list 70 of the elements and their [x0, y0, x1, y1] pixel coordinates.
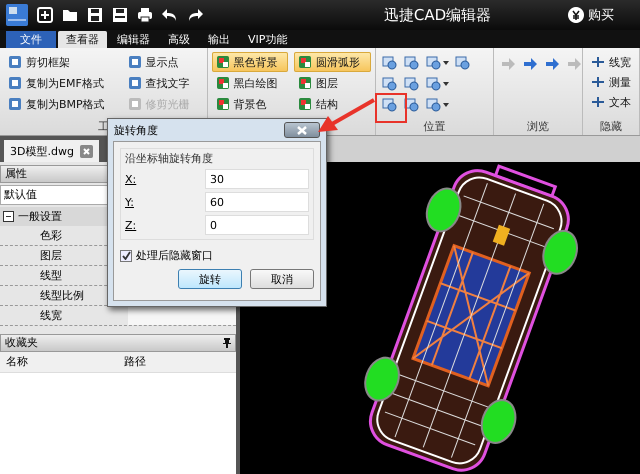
menu-tab[interactable]: 编辑器 — [109, 31, 158, 48]
property-name: 线宽 — [40, 308, 63, 324]
save-icon[interactable] — [87, 7, 103, 23]
plus-line-icon — [591, 55, 605, 69]
column-header[interactable]: 名称 — [0, 352, 118, 372]
field-label: Z: — [125, 218, 138, 232]
group-label: 沿坐标轴旋转角度 — [125, 151, 214, 166]
angle-input[interactable]: 0 — [205, 215, 309, 235]
buy-button[interactable]: 购买 — [562, 5, 620, 25]
undo-icon[interactable] — [162, 7, 178, 23]
ribbon-button[interactable]: 查找文字 — [124, 73, 203, 93]
folder-icon[interactable] — [62, 7, 78, 23]
ribbon-toggle[interactable]: 圆滑弧形 — [294, 52, 371, 72]
new-file-icon[interactable] — [37, 7, 53, 23]
property-name: 线型 — [40, 268, 63, 284]
ribbon-button[interactable]: 线宽 — [587, 52, 635, 72]
property-name: 线型比例 — [40, 288, 85, 304]
ribbon-button[interactable]: 显示点 — [124, 52, 203, 72]
close-icon[interactable] — [80, 144, 93, 158]
group-label: 位置 — [423, 119, 446, 135]
app-logo-icon — [6, 4, 28, 26]
highlight-overlay — [375, 93, 407, 123]
ribbon-button[interactable]: 测量 — [587, 72, 635, 92]
angle-input[interactable]: 30 — [205, 169, 309, 189]
ribbon-button[interactable]: 文本 — [587, 92, 635, 112]
menu-tab[interactable]: VIP功能 — [240, 31, 296, 48]
collapse-icon[interactable] — [3, 211, 14, 222]
menu-tab[interactable]: 文件 — [6, 31, 56, 48]
checkbox-label[interactable]: 处理后隐藏窗口 — [136, 248, 213, 263]
pin-icon[interactable] — [223, 338, 231, 348]
property-value-cell[interactable] — [128, 306, 236, 325]
field-label: X: — [125, 172, 138, 186]
pointer-arrow — [318, 98, 375, 132]
printer-icon[interactable] — [137, 7, 153, 23]
close-icon — [297, 126, 307, 134]
property-name: 图层 — [40, 248, 63, 264]
document-tab[interactable]: 3D模型.dwg — [4, 140, 99, 162]
checkbox[interactable] — [120, 250, 132, 262]
caret-icon — [442, 60, 449, 64]
ribbon-toggle[interactable]: 黑白绘图 — [212, 73, 288, 93]
save-as-icon[interactable] — [112, 7, 128, 23]
yen-icon — [568, 7, 584, 23]
redo-icon[interactable] — [187, 7, 203, 23]
ribbon-toggle[interactable]: 黑色背景 — [212, 52, 288, 72]
column-header[interactable]: 路径 — [118, 352, 236, 372]
ribbon-toggle[interactable]: 结构 — [294, 94, 371, 114]
menu-tab[interactable]: 输出 — [200, 31, 238, 48]
window-title: 迅捷CAD编辑器 — [382, 6, 492, 24]
caret-icon — [442, 82, 449, 86]
field-label: Y: — [125, 196, 135, 208]
angle-input[interactable]: 60 — [205, 192, 309, 212]
document-tab-label[interactable]: 3D模型.dwg — [10, 144, 74, 158]
menu-tab[interactable]: 查看器 — [58, 31, 107, 48]
close-button[interactable] — [284, 122, 320, 138]
group-label: 浏览 — [527, 119, 549, 135]
panel-title: 收藏夹 — [5, 335, 38, 351]
menu-tab[interactable]: 高级 — [160, 31, 198, 48]
section-label: 一般设置 — [18, 209, 62, 224]
ribbon-toggle[interactable]: 背景色 — [212, 94, 288, 114]
caret-icon — [442, 102, 449, 106]
dialog-title: 旋转角度 — [114, 122, 158, 138]
ribbon-button[interactable]: 复制为BMP格式 — [4, 94, 118, 114]
property-name: 色彩 — [40, 228, 63, 244]
ribbon-button[interactable]: 剪切框架 — [4, 52, 118, 72]
arrow-right-icon — [522, 56, 538, 72]
dialog-button[interactable]: 旋转 — [178, 269, 242, 289]
group-label: 隐藏 — [600, 119, 622, 135]
ribbon-button[interactable]: 复制为EMF格式 — [4, 73, 118, 93]
dialog-button[interactable]: 取消 — [250, 269, 314, 289]
ribbon-toggle[interactable]: 图层 — [294, 73, 371, 93]
